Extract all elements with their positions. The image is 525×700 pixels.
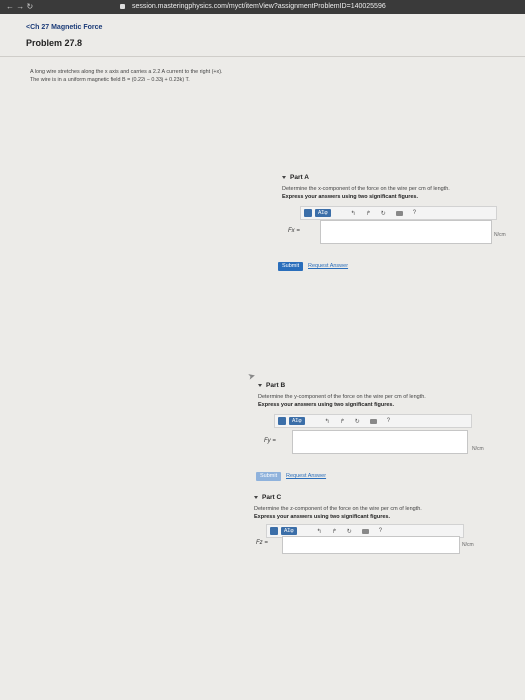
undo-icon[interactable]: ↰ (351, 210, 356, 217)
reset-icon[interactable]: ↻ (381, 210, 386, 217)
reset-icon[interactable]: ↻ (355, 418, 360, 425)
templates-icon[interactable] (304, 209, 312, 217)
lock-icon (120, 4, 125, 9)
mouse-cursor-icon: ➤ (246, 370, 257, 382)
breadcrumb[interactable]: <Ch 27 Magnetic Force (26, 24, 102, 31)
undo-icon[interactable]: ↰ (325, 418, 330, 425)
part-a-header[interactable]: Part A (282, 174, 497, 181)
url-text[interactable]: session.masteringphysics.com/myct/itemVi… (132, 0, 386, 14)
part-b-emphasis: Express your answers using two significa… (258, 402, 395, 408)
greek-symbols-button[interactable]: AΣφ (281, 527, 297, 535)
undo-icon[interactable]: ↰ (317, 528, 322, 535)
greek-symbols-button[interactable]: AΣφ (315, 209, 331, 217)
help-icon[interactable]: ? (413, 210, 416, 216)
part-a-toolbar: AΣφ ↰ ↱ ↻ ? (300, 206, 497, 220)
part-a-section: Part A Determine the x-component of the … (282, 174, 497, 201)
part-a-instruction: Determine the x-component of the force o… (282, 186, 450, 192)
part-b-submit-button[interactable]: Submit (256, 472, 282, 481)
part-a-emphasis: Express your answers using two significa… (282, 194, 419, 200)
problem-statement: A long wire stretches along the x axis a… (30, 69, 223, 83)
part-a-units: N/cm (494, 232, 506, 238)
browser-nav-icons[interactable]: ← → ↻ (6, 0, 33, 14)
reset-icon[interactable]: ↻ (347, 528, 352, 535)
help-icon[interactable]: ? (379, 528, 382, 534)
part-a-request-answer-link[interactable]: Request Answer (308, 263, 348, 269)
templates-icon[interactable] (270, 527, 278, 535)
redo-icon[interactable]: ↱ (340, 418, 345, 425)
problem-page: <Ch 27 Magnetic Force Problem 27.8 A lon… (0, 14, 525, 700)
caret-down-icon (258, 383, 262, 387)
part-b-title: Part B (266, 382, 286, 389)
part-c-header[interactable]: Part C (254, 494, 469, 501)
part-b-section: Part B Determine the y-component of the … (258, 382, 473, 409)
keyboard-icon[interactable] (369, 418, 377, 424)
part-c-section: Part C Determine the z-component of the … (254, 494, 469, 521)
keyboard-icon[interactable] (361, 528, 369, 534)
part-a-title: Part A (290, 174, 309, 181)
page-title: Problem 27.8 (26, 38, 83, 48)
part-c-answer-input[interactable] (282, 536, 460, 554)
help-icon[interactable]: ? (387, 418, 390, 424)
part-b-instruction: Determine the y-component of the force o… (258, 394, 426, 400)
greek-symbols-button[interactable]: AΣφ (289, 417, 305, 425)
divider (0, 56, 525, 57)
part-b-answer-label: Fy = (264, 438, 276, 444)
part-c-instruction: Determine the z-component of the force o… (254, 506, 422, 512)
part-c-units: N/cm (462, 542, 474, 548)
part-c-title: Part C (262, 494, 282, 501)
part-c-answer-label: Fz = (256, 540, 268, 546)
redo-icon[interactable]: ↱ (332, 528, 337, 535)
part-b-toolbar: AΣφ ↰ ↱ ↻ ? (274, 414, 472, 428)
templates-icon[interactable] (278, 417, 286, 425)
caret-down-icon (254, 495, 258, 499)
redo-icon[interactable]: ↱ (366, 210, 371, 217)
part-a-submit-button[interactable]: Submit (278, 262, 304, 271)
part-a-answer-label: Fx = (288, 228, 300, 234)
part-b-units: N/cm (472, 446, 484, 452)
part-b-header[interactable]: Part B (258, 382, 473, 389)
part-b-answer-input[interactable] (292, 430, 468, 454)
part-c-emphasis: Express your answers using two significa… (254, 514, 391, 520)
keyboard-icon[interactable] (395, 210, 403, 216)
caret-down-icon (282, 175, 286, 179)
part-b-request-answer-link[interactable]: Request Answer (286, 473, 326, 479)
part-a-answer-input[interactable] (320, 220, 492, 244)
browser-url-bar[interactable]: ← → ↻ session.masteringphysics.com/myct/… (0, 0, 525, 14)
